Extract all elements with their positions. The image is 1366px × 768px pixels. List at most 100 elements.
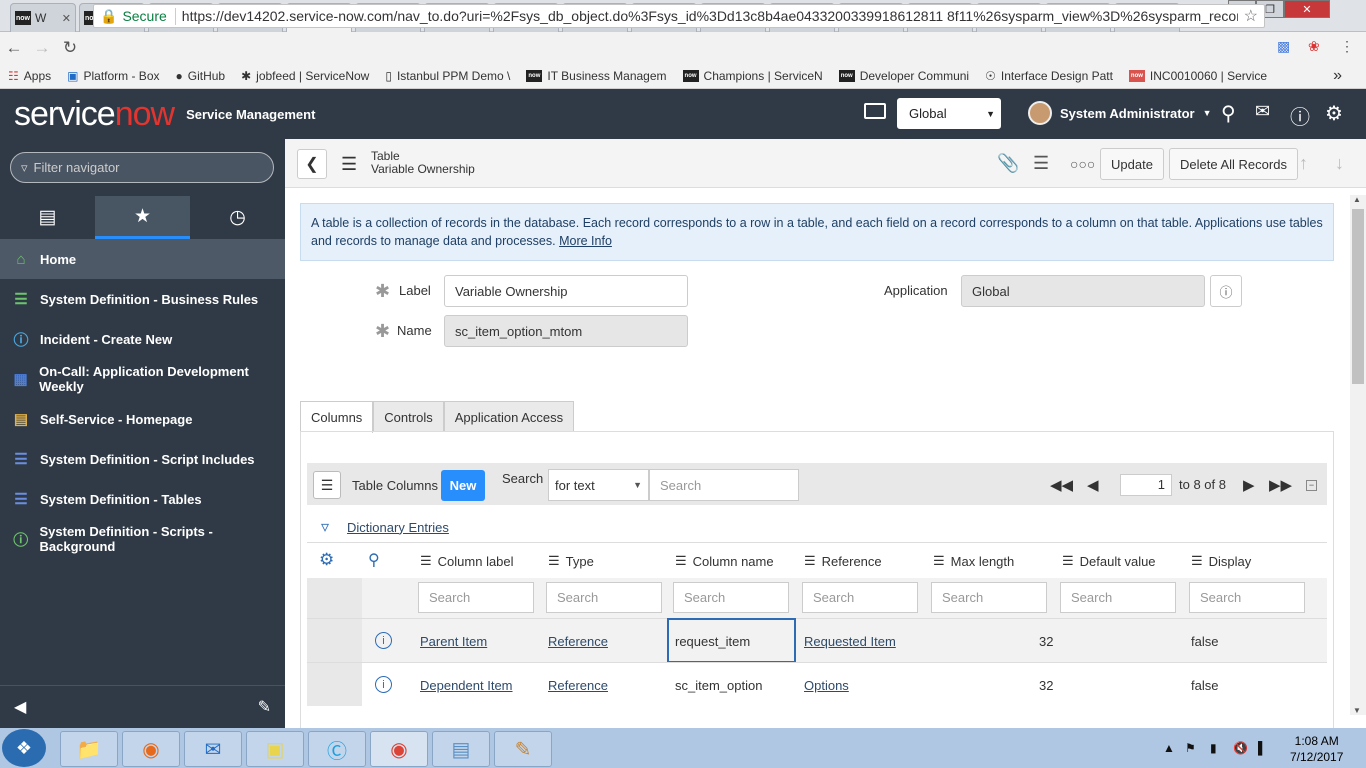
bookmark-item[interactable]: ● GitHub bbox=[168, 69, 234, 83]
column-search-input[interactable]: Search bbox=[802, 582, 918, 613]
bookmark-item[interactable]: now Developer Communi bbox=[831, 69, 977, 83]
new-button[interactable]: New bbox=[441, 470, 485, 501]
update-button[interactable]: Update bbox=[1100, 148, 1164, 180]
cell-max-length[interactable]: 32 bbox=[1039, 678, 1053, 693]
bookmark-item[interactable]: now Champions | ServiceN bbox=[675, 69, 831, 83]
help-icon[interactable]: ⓘ bbox=[1290, 101, 1310, 130]
column-menu-icon[interactable]: ☰ bbox=[1062, 553, 1074, 569]
chrome-icon[interactable]: ◉ bbox=[370, 731, 428, 767]
sidebar-item-system-definition-tables[interactable]: ☰ System Definition - Tables bbox=[0, 479, 285, 519]
cell-link[interactable]: Options bbox=[804, 678, 849, 693]
row-selector[interactable] bbox=[307, 663, 362, 706]
column-search-input[interactable]: Search bbox=[673, 582, 789, 613]
application-picker-icon[interactable] bbox=[864, 103, 886, 119]
bookmark-item[interactable]: ☷ Apps bbox=[0, 69, 59, 83]
bookmark-item[interactable]: now IT Business Managem bbox=[518, 69, 674, 83]
collapse-navigator-icon[interactable]: ◀ bbox=[14, 697, 26, 717]
attachment-icon[interactable]: 📎 bbox=[997, 153, 1019, 174]
bookmark-item[interactable]: now INC0010060 | Service bbox=[1121, 69, 1275, 83]
sticky-notes-icon[interactable]: ▣ bbox=[246, 731, 304, 767]
column-search-input[interactable]: Search bbox=[546, 582, 662, 613]
row-selector[interactable] bbox=[307, 619, 362, 662]
close-window-button[interactable]: ✕ bbox=[1284, 0, 1330, 18]
settings-sliders-icon[interactable]: ☰ bbox=[1033, 153, 1049, 174]
column-menu-icon[interactable]: ☰ bbox=[933, 553, 945, 569]
back-icon[interactable]: ← bbox=[0, 38, 28, 58]
list-menu-button[interactable]: ☰ bbox=[313, 471, 341, 499]
column-menu-icon[interactable]: ☰ bbox=[804, 553, 816, 569]
form-context-menu-icon[interactable]: ☰ bbox=[341, 154, 357, 175]
gear-icon[interactable]: ⚙ bbox=[1325, 101, 1343, 126]
scroll-down-icon[interactable]: ▼ bbox=[1353, 706, 1361, 715]
more-options-icon[interactable]: ○○○ bbox=[1070, 156, 1095, 172]
name-input[interactable]: sc_item_option_mtom bbox=[444, 315, 688, 347]
cell-display[interactable]: false bbox=[1191, 678, 1218, 693]
tab-all-apps[interactable]: ▤ bbox=[0, 196, 95, 239]
sidebar-item-home[interactable]: ⌂ Home bbox=[0, 239, 285, 279]
filter-icon[interactable]: ▿ bbox=[321, 517, 329, 537]
tab-history[interactable]: ◷ bbox=[190, 196, 285, 239]
previous-page-icon[interactable]: ◀ bbox=[1087, 476, 1099, 494]
sidebar-item-system-definition-business-rules[interactable]: ☰ System Definition - Business Rules bbox=[0, 279, 285, 319]
column-header[interactable]: ☰ Default value bbox=[1062, 553, 1156, 569]
cell-link[interactable]: Reference bbox=[548, 634, 608, 649]
sidebar-item-self-service-homepage[interactable]: ▤ Self-Service - Homepage bbox=[0, 399, 285, 439]
preview-info-icon[interactable]: i bbox=[375, 676, 392, 693]
delete-all-records-button[interactable]: Delete All Records bbox=[1169, 148, 1298, 180]
back-button[interactable]: ❮ bbox=[297, 149, 327, 179]
skype-icon[interactable]: Ⓒ bbox=[308, 731, 366, 767]
more-info-link[interactable]: More Info bbox=[559, 234, 612, 248]
scope-select[interactable]: Global ▼ bbox=[897, 98, 1001, 129]
label-input[interactable]: Variable Ownership bbox=[444, 275, 688, 307]
content-scrollbar[interactable]: ▲ ▼ bbox=[1350, 195, 1366, 715]
column-header[interactable]: ☰ Column name bbox=[675, 553, 774, 569]
arrow-down-icon[interactable]: ↓ bbox=[1335, 153, 1344, 174]
volume-muted-icon[interactable]: 🔇 bbox=[1233, 741, 1248, 755]
page-number-input[interactable]: 1 bbox=[1120, 474, 1172, 496]
firefox-icon[interactable]: ◉ bbox=[122, 731, 180, 767]
collapse-list-icon[interactable]: − bbox=[1306, 480, 1317, 491]
file-explorer-icon[interactable]: 📁 bbox=[60, 731, 118, 767]
bookmark-item[interactable]: ▯ Istanbul PPM Demo \ bbox=[377, 69, 518, 83]
tab-controls[interactable]: Controls bbox=[373, 401, 444, 432]
sidebar-item-system-definition-scripts-background[interactable]: ⓘ System Definition - Scripts - Backgroun… bbox=[0, 519, 285, 559]
cell-display[interactable]: false bbox=[1191, 634, 1218, 649]
tab-application-access[interactable]: Application Access bbox=[443, 401, 575, 432]
column-header[interactable]: ☰ Type bbox=[548, 553, 594, 569]
sidebar-item-system-definition-script-includes[interactable]: ☰ System Definition - Script Includes bbox=[0, 439, 285, 479]
list-search-input[interactable]: Search bbox=[649, 469, 799, 501]
reload-icon[interactable]: ↻ bbox=[56, 38, 84, 58]
sidebar-item-on-call-application-development-weekly[interactable]: ▦ On-Call: Application Development Weekly bbox=[0, 359, 285, 399]
servicenow-logo[interactable]: servicenow bbox=[14, 95, 175, 134]
more-bookmarks-icon[interactable]: » bbox=[1333, 67, 1342, 85]
column-header[interactable]: ☰ Max length bbox=[933, 553, 1014, 569]
column-menu-icon[interactable]: ☰ bbox=[420, 553, 432, 569]
sidebar-item-incident-create-new[interactable]: ⓘ Incident - Create New bbox=[0, 319, 285, 359]
chrome-menu-icon[interactable]: ⋮ bbox=[1340, 38, 1354, 55]
extension-icon[interactable]: ▩ bbox=[1277, 38, 1290, 55]
start-button[interactable]: ❖ bbox=[2, 729, 46, 767]
battery-icon[interactable]: ▮ bbox=[1210, 741, 1217, 755]
column-search-input[interactable]: Search bbox=[931, 582, 1047, 613]
column-search-input[interactable]: Search bbox=[418, 582, 534, 613]
flag-icon[interactable]: ⚑ bbox=[1185, 741, 1196, 755]
application-input[interactable]: Global bbox=[961, 275, 1205, 307]
url-field[interactable]: 🔒 Secure https://dev14202.service-now.com… bbox=[93, 4, 1265, 28]
bookmark-item[interactable]: ✱ jobfeed | ServiceNow bbox=[233, 69, 377, 83]
search-icon[interactable]: ⚲ bbox=[1221, 101, 1236, 126]
column-header[interactable]: ☰ Column label bbox=[420, 553, 514, 569]
column-menu-icon[interactable]: ☰ bbox=[675, 553, 687, 569]
cell-link[interactable]: Parent Item bbox=[420, 634, 487, 649]
search-icon[interactable]: ⚲ bbox=[368, 550, 380, 570]
cell-link[interactable]: Reference bbox=[548, 678, 608, 693]
column-menu-icon[interactable]: ☰ bbox=[548, 553, 560, 569]
browser-tab[interactable]: now W ✕ bbox=[10, 3, 76, 32]
bookmark-star-icon[interactable]: ☆ bbox=[1238, 6, 1264, 26]
column-search-input[interactable]: Search bbox=[1060, 582, 1176, 613]
cell-link[interactable]: Dependent Item bbox=[420, 678, 513, 693]
personalize-list-gear-icon[interactable]: ⚙ bbox=[319, 550, 334, 570]
column-header[interactable]: ☰ Reference bbox=[804, 553, 882, 569]
bookmark-item[interactable]: ☉ Interface Design Patt bbox=[977, 69, 1121, 83]
close-tab-icon[interactable]: ✕ bbox=[62, 12, 71, 25]
scroll-up-icon[interactable]: ▲ bbox=[1353, 195, 1361, 204]
